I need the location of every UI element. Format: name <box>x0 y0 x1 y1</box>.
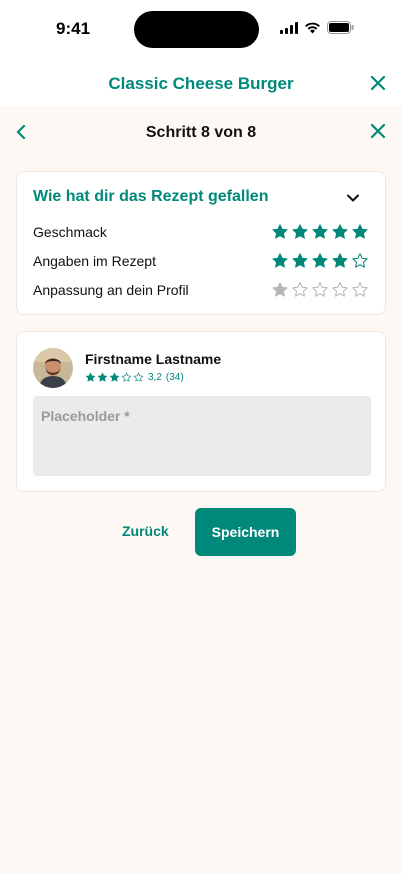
recipe-title: Classic Cheese Burger <box>108 74 294 93</box>
step-indicator: Schritt 8 von 8 <box>145 124 257 141</box>
star-empty-icon <box>332 282 348 297</box>
user-name: Firstname Lastname <box>85 351 222 367</box>
user-score: 3,2 <box>148 372 162 383</box>
star-filled-icon <box>332 224 348 239</box>
user-rating: 3,2 (34) <box>85 372 184 383</box>
comment-placeholder: Placeholder * <box>41 408 130 424</box>
star-empty-icon <box>121 372 132 382</box>
star-filled-icon <box>85 372 96 382</box>
star-rating-input[interactable] <box>271 281 369 299</box>
battery-icon <box>327 21 354 34</box>
rating-label: Anpassung an dein Profil <box>33 282 189 298</box>
rating-label: Angaben im Rezept <box>33 253 156 269</box>
status-bar: 9:41 <box>0 0 402 60</box>
star-filled-icon <box>272 224 288 239</box>
rating-heading: Wie hat dir das Rezept gefallen <box>33 188 269 205</box>
status-icons <box>280 21 354 34</box>
title-bar: Classic Cheese Burger <box>0 60 402 106</box>
star-empty-icon <box>292 282 308 297</box>
close-icon[interactable] <box>368 73 388 93</box>
step-bar: Schritt 8 von 8 <box>0 106 402 158</box>
rating-card: Wie hat dir das Rezept gefallen Geschmac… <box>16 171 386 315</box>
star-filled-icon <box>312 224 328 239</box>
star-filled-icon <box>109 372 120 382</box>
star-empty-icon <box>352 253 368 268</box>
comment-input[interactable]: Placeholder * <box>33 396 371 476</box>
review-card: Firstname Lastname 3,2 (34) Placeholder … <box>16 331 386 492</box>
star-filled-icon <box>352 224 368 239</box>
user-rating-count: (34) <box>165 372 184 383</box>
avatar-image <box>33 348 73 388</box>
status-time: 9:41 <box>56 19 91 38</box>
avatar <box>33 348 73 388</box>
star-empty-icon <box>133 372 144 382</box>
save-button[interactable]: Speichern <box>195 508 296 556</box>
star-filled-icon <box>272 253 288 268</box>
chevron-down-icon[interactable] <box>343 188 363 208</box>
star-filled-icon <box>312 253 328 268</box>
close-icon[interactable] <box>368 121 388 141</box>
rating-row-profile-fit: Anpassung an dein Profil <box>33 279 369 301</box>
star-empty-icon <box>352 282 368 297</box>
rating-row-recipe-details: Angaben im Rezept <box>33 250 369 272</box>
rating-row-taste: Geschmack <box>33 221 369 243</box>
star-empty-icon <box>312 282 328 297</box>
back-button[interactable]: Zurück <box>120 521 171 541</box>
rating-label: Geschmack <box>33 224 107 240</box>
dynamic-island <box>134 11 259 48</box>
star-filled-icon <box>332 253 348 268</box>
star-filled-icon <box>292 253 308 268</box>
cellular-signal-icon <box>280 21 298 34</box>
star-rating-input[interactable] <box>271 223 369 241</box>
star-filled-icon <box>97 372 108 382</box>
user-star-rating <box>85 372 144 383</box>
wifi-icon <box>305 22 320 33</box>
star-filled-icon <box>272 282 288 297</box>
star-filled-icon <box>292 224 308 239</box>
star-rating-input[interactable] <box>271 252 369 270</box>
